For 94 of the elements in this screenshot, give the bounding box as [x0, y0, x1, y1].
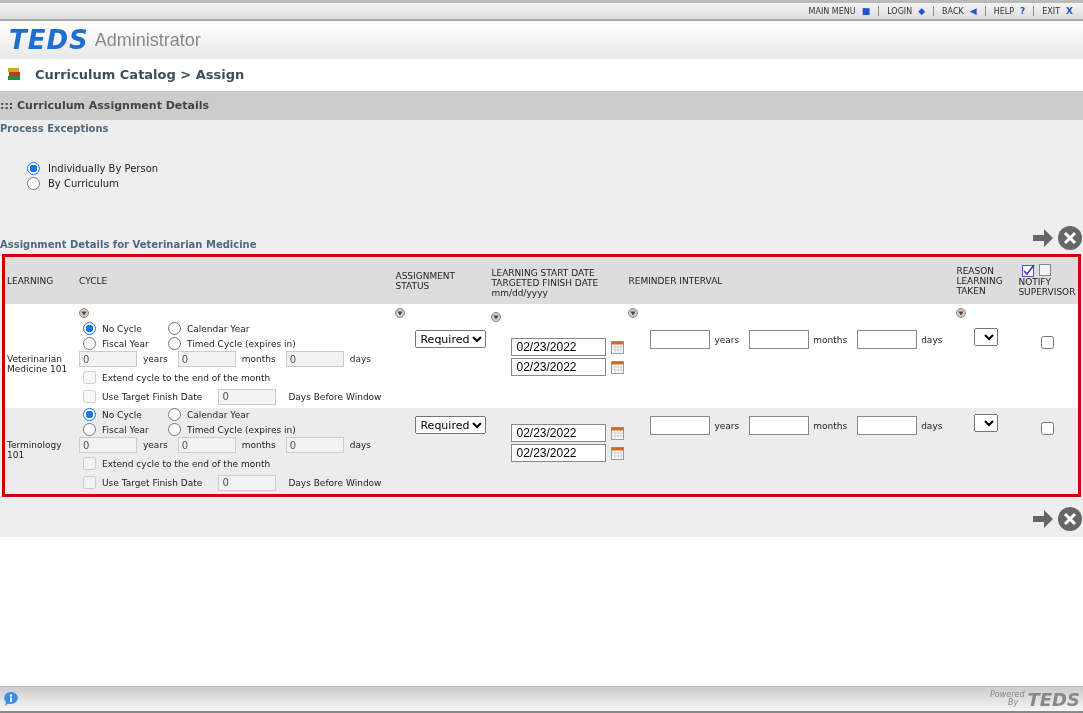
unit-label: days [921, 334, 943, 345]
radio-button[interactable] [27, 177, 40, 190]
calendar-icon[interactable] [611, 426, 625, 440]
checkbox-label: Extend cycle to the end of the month [102, 372, 271, 383]
reminder-input[interactable] [650, 330, 711, 349]
product-name: Administrator [94, 29, 201, 51]
column-label: REMINDER INTERVAL [628, 275, 723, 286]
start-date-input[interactable]: 02/23/2022 [511, 338, 607, 356]
section-title: ::: Curriculum Assignment Details [0, 99, 210, 112]
menu-link[interactable]: LOGIN ◆ [887, 6, 926, 16]
reminder-input[interactable] [749, 330, 810, 349]
finish-date-input[interactable]: 02/23/2022 [511, 444, 607, 462]
radio-button[interactable] [83, 423, 96, 436]
learning-name: Veterinarian Medicine 101 [7, 354, 68, 374]
radio-label: Fiscal Year [102, 338, 149, 349]
column-label: NOTIFY SUPERVISOR [1018, 277, 1076, 297]
powered-label: Powered [990, 691, 1025, 699]
checkbox-label: Use Target Finish Date [102, 391, 203, 402]
footer-logo: TEDS [1027, 688, 1080, 710]
radio-button[interactable] [168, 423, 181, 436]
sort-icon[interactable] [491, 312, 502, 322]
radio-button[interactable] [168, 408, 181, 421]
subsection-title: Process Exceptions [0, 122, 110, 134]
arrow-right-icon[interactable] [1032, 509, 1054, 529]
start-date-input[interactable]: 02/23/2022 [511, 424, 607, 442]
unit-label: Days Before Window [288, 391, 382, 402]
calendar-icon[interactable] [611, 360, 625, 374]
menu-link[interactable]: HELP ? [993, 6, 1026, 16]
radio-button[interactable] [27, 162, 40, 175]
column-label: CYCLE [79, 275, 108, 286]
unit-label: days [349, 354, 371, 364]
radio-button[interactable] [83, 337, 96, 350]
column-label: LEARNING [7, 275, 54, 286]
radio-label: Timed Cycle (expires in) [187, 338, 296, 349]
breadcrumb: Curriculum Catalog > Assign [35, 66, 245, 82]
unit-label: days [349, 440, 371, 450]
unit-label: years [714, 420, 740, 431]
reminder-input[interactable] [650, 416, 711, 435]
reminder-input[interactable] [857, 330, 918, 349]
reminder-input[interactable] [857, 416, 918, 435]
unit-label: months [813, 334, 848, 345]
close-icon[interactable] [1058, 226, 1082, 250]
uncheck-all-icon[interactable] [1039, 264, 1052, 276]
radio-button[interactable] [168, 322, 181, 335]
books-icon [7, 67, 21, 81]
calendar-icon[interactable] [611, 340, 625, 354]
column-label: REASON LEARNING TAKEN [956, 265, 1003, 296]
checkbox-label: Use Target Finish Date [102, 477, 203, 488]
status-select[interactable]: Required [415, 416, 487, 434]
checkbox-label: Extend cycle to the end of the month [102, 458, 271, 469]
radio-button[interactable] [83, 408, 96, 421]
radio-label: Fiscal Year [102, 424, 149, 435]
unit-label: days [921, 420, 943, 431]
radio-label: No Cycle [102, 409, 142, 420]
sort-icon[interactable] [628, 308, 639, 318]
unit-label: months [813, 420, 848, 431]
menu-link[interactable]: BACK ◀ [942, 6, 977, 16]
radio-label: Calendar Year [187, 323, 250, 334]
radio-label: Calendar Year [187, 409, 250, 420]
unit-label: years [143, 440, 168, 450]
menu-link[interactable]: MAIN MENU ■ [808, 6, 871, 16]
unit-label: years [714, 334, 740, 345]
sort-icon[interactable] [79, 308, 89, 318]
learning-name: Terminology 101 [7, 440, 62, 460]
subsection-title: Assignment Details for Veterinarian Medicine [0, 238, 257, 250]
column-label: LEARNING START DATE TARGETED FINISH DATE mm/dd/yyyy [491, 268, 599, 298]
unit-label: months [241, 440, 276, 450]
by-label: By [1008, 699, 1019, 707]
radio-label: Timed Cycle (expires in) [187, 424, 296, 435]
finish-date-input[interactable]: 02/23/2022 [511, 358, 607, 376]
calendar-icon[interactable] [611, 446, 625, 460]
reason-select[interactable] [974, 328, 999, 346]
info-icon[interactable] [3, 691, 19, 707]
unit-label: Days Before Window [288, 477, 382, 488]
arrow-right-icon[interactable] [1032, 228, 1054, 248]
radio-button[interactable] [83, 322, 96, 335]
radio-label: By Curriculum [48, 178, 119, 189]
notify-checkbox[interactable] [1040, 336, 1054, 349]
reason-select[interactable] [974, 414, 999, 432]
radio-button[interactable] [168, 337, 181, 350]
notify-checkbox[interactable] [1040, 422, 1054, 435]
logo: TEDS [9, 25, 89, 55]
column-label: ASSIGNMENT STATUS [395, 270, 456, 291]
close-icon[interactable] [1058, 507, 1082, 531]
check-all-icon[interactable] [1022, 264, 1036, 277]
menu-link[interactable]: EXIT X [1042, 6, 1073, 16]
reminder-input[interactable] [749, 416, 810, 435]
sort-icon[interactable] [956, 308, 967, 318]
radio-label: No Cycle [102, 323, 142, 334]
status-select[interactable]: Required [415, 330, 487, 348]
sort-icon[interactable] [395, 308, 406, 318]
radio-label: Individually By Person [48, 163, 159, 174]
unit-label: months [241, 354, 276, 364]
unit-label: years [143, 354, 168, 364]
